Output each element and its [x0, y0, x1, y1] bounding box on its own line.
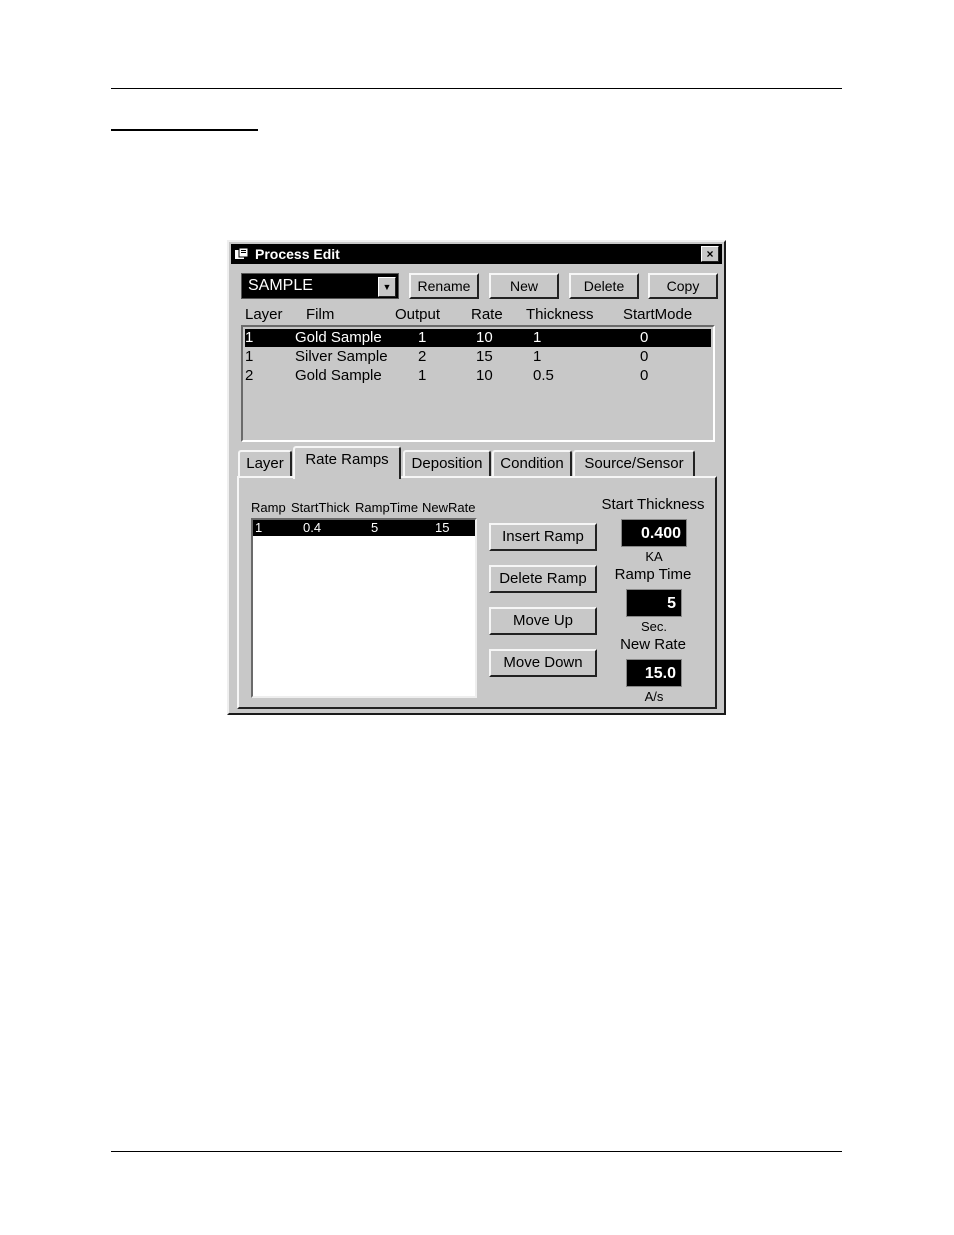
- rate-ramps-panel: Ramp StartThick RampTime NewRate 1 0.4 5…: [237, 476, 717, 709]
- process-select[interactable]: SAMPLE ▼: [241, 273, 399, 299]
- app-icon: [235, 248, 249, 259]
- film-cell: Gold Sample: [295, 367, 382, 384]
- start-thickness-label: Start Thickness: [601, 496, 705, 513]
- chevron-down-icon[interactable]: ▼: [378, 277, 396, 297]
- ramp-row[interactable]: 1 0.4 5 15: [253, 520, 475, 536]
- tab-layer[interactable]: Layer: [238, 450, 292, 477]
- tab-rate-ramps[interactable]: Rate Ramps: [293, 446, 401, 479]
- ramp-cell: 1: [255, 520, 263, 535]
- col-header-layer[interactable]: Layer: [245, 306, 283, 323]
- thickness-cell: 1: [533, 329, 542, 346]
- new-rate-input[interactable]: 15.0: [626, 659, 682, 687]
- layer-cell: 1: [245, 329, 254, 346]
- insert-ramp-button[interactable]: Insert Ramp: [489, 523, 597, 551]
- move-down-button[interactable]: Move Down: [489, 649, 597, 677]
- delete-button[interactable]: Delete: [569, 273, 639, 299]
- process-edit-window: Process Edit × SAMPLE ▼ Rename New Delet…: [227, 240, 726, 715]
- rate-cell: 10: [476, 367, 493, 384]
- ramptime-cell: 5: [371, 520, 379, 535]
- page-bottom-rule: [111, 1151, 842, 1152]
- new-rate-unit: A/s: [644, 689, 664, 704]
- ramp-col-header-ramp[interactable]: Ramp: [251, 500, 286, 515]
- startmode-cell: 0: [640, 367, 649, 384]
- ramp-col-header-ramptime[interactable]: RampTime: [355, 500, 418, 515]
- startmode-cell: 0: [640, 348, 649, 365]
- col-header-output[interactable]: Output: [395, 306, 440, 323]
- thickness-cell: 1: [533, 348, 542, 365]
- ramp-time-unit: Sec.: [640, 619, 667, 634]
- layer-row[interactable]: 1 Gold Sample 1 10 1 0: [245, 329, 711, 347]
- move-up-button[interactable]: Move Up: [489, 607, 597, 635]
- new-button[interactable]: New: [489, 273, 559, 299]
- tab-condition[interactable]: Condition: [492, 450, 572, 477]
- layer-cell: 1: [245, 348, 254, 365]
- col-header-film[interactable]: Film: [306, 306, 334, 323]
- output-cell: 2: [418, 348, 427, 365]
- film-cell: Silver Sample: [295, 348, 388, 365]
- ramp-time-label: Ramp Time: [614, 566, 692, 583]
- page-top-rule: [111, 88, 842, 89]
- start-thickness-input[interactable]: 0.400: [621, 519, 687, 547]
- film-cell: Gold Sample: [295, 329, 382, 346]
- col-header-rate[interactable]: Rate: [471, 306, 503, 323]
- ramp-col-header-startthick[interactable]: StartThick: [291, 500, 350, 515]
- start-thickness-unit: KA: [645, 549, 663, 564]
- process-select-value: SAMPLE: [248, 277, 313, 294]
- ramp-time-input[interactable]: 5: [626, 589, 682, 617]
- thickness-cell: 0.5: [533, 367, 554, 384]
- new-rate-label: New Rate: [620, 636, 686, 653]
- rename-button[interactable]: Rename: [409, 273, 479, 299]
- col-header-startmode[interactable]: StartMode: [623, 306, 692, 323]
- newrate-cell: 15: [435, 520, 450, 535]
- output-cell: 1: [418, 329, 427, 346]
- rate-cell: 15: [476, 348, 493, 365]
- rate-cell: 10: [476, 329, 493, 346]
- layer-list[interactable]: 1 Gold Sample 1 10 1 0 1 Silver Sample 2…: [241, 325, 715, 442]
- tab-source-sensor[interactable]: Source/Sensor: [573, 450, 695, 477]
- window-title: Process Edit: [255, 246, 340, 262]
- ramp-list[interactable]: 1 0.4 5 15: [251, 518, 477, 698]
- close-icon[interactable]: ×: [701, 246, 719, 262]
- layer-row[interactable]: 1 Silver Sample 2 15 1 0: [245, 348, 711, 366]
- col-header-thickness[interactable]: Thickness: [526, 306, 594, 323]
- startthick-cell: 0.4: [303, 520, 322, 535]
- tab-deposition[interactable]: Deposition: [403, 450, 491, 477]
- section-heading-underline: [111, 129, 258, 131]
- copy-button[interactable]: Copy: [648, 273, 718, 299]
- layer-cell: 2: [245, 367, 254, 384]
- ramp-col-header-newrate[interactable]: NewRate: [422, 500, 475, 515]
- layer-row[interactable]: 2 Gold Sample 1 10 0.5 0: [245, 367, 711, 385]
- title-bar: Process Edit ×: [231, 244, 722, 264]
- delete-ramp-button[interactable]: Delete Ramp: [489, 565, 597, 593]
- startmode-cell: 0: [640, 329, 649, 346]
- output-cell: 1: [418, 367, 427, 384]
